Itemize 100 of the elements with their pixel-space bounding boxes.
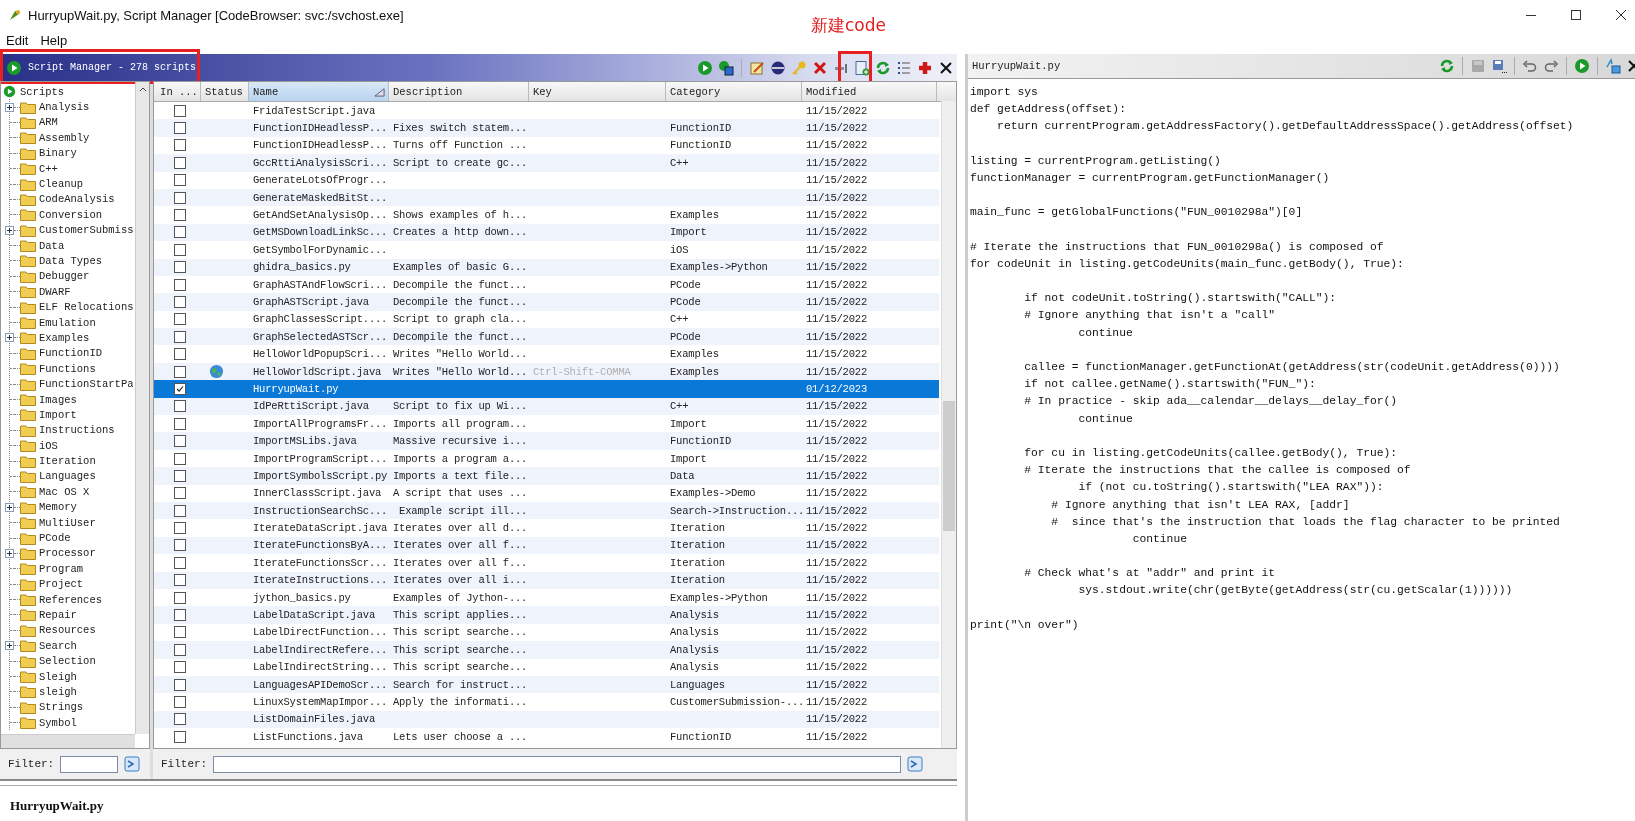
table-row[interactable]: ImportSymbolsScript.py Imports a text file... Data 11/15/2022 <box>154 467 939 485</box>
checkbox[interactable] <box>173 574 186 587</box>
tree-item[interactable]: Cleanup <box>39 178 84 191</box>
tree-item[interactable]: Conversion <box>39 208 102 221</box>
checkbox[interactable] <box>173 104 186 117</box>
table-row[interactable]: FunctionIDHeadlessP... Fixes switch statem... FunctionID 11/15/2022 <box>154 119 939 137</box>
tree-item[interactable]: Program <box>39 562 84 575</box>
tree-item[interactable]: Images <box>39 393 77 406</box>
tree-item[interactable]: Scripts <box>20 85 65 98</box>
checkbox[interactable] <box>173 417 186 430</box>
tree-item[interactable]: Sleigh <box>39 670 77 683</box>
filter-options-icon[interactable] <box>907 756 924 772</box>
checkbox[interactable] <box>173 313 186 326</box>
new-script-icon[interactable] <box>854 59 870 76</box>
checkbox[interactable] <box>173 278 186 291</box>
table-row[interactable]: LinuxSystemMapImpor... Apply the informati... CustomerSubmission-... 11/15/2022 <box>154 693 939 711</box>
tree-item[interactable]: Mac OS X <box>39 485 90 498</box>
tree-item[interactable]: Strings <box>39 701 84 714</box>
tree-item[interactable]: Iteration <box>39 455 96 468</box>
filter-field[interactable] <box>213 755 902 773</box>
tree-item[interactable]: Analysis <box>39 101 90 114</box>
checkbox[interactable] <box>173 382 186 395</box>
checkbox[interactable] <box>173 522 186 535</box>
tree-item[interactable]: MultiUser <box>39 516 96 529</box>
column-header[interactable]: Key <box>529 82 666 101</box>
arrow-grid-icon[interactable] <box>1605 58 1621 74</box>
expand-icon[interactable] <box>5 641 14 651</box>
menu-item[interactable]: Help <box>40 33 68 48</box>
table-row[interactable]: ListDomainFiles.java 11/15/2022 <box>154 710 939 729</box>
table-row[interactable]: ImportAllProgramsFr... Imports all program... Import 11/15/2022 <box>154 415 939 433</box>
tree-item[interactable]: Resources <box>39 624 96 637</box>
table-row[interactable]: GenerateLotsOfProgr... 11/15/2022 <box>154 171 939 189</box>
table-row[interactable]: GenerateMaskedBitSt... 11/15/2022 <box>154 188 939 207</box>
tree-item[interactable]: Data Types <box>39 255 102 267</box>
tree-item[interactable]: Languages <box>39 470 96 483</box>
table-row[interactable]: HurryupWait.py 01/12/2023 <box>154 380 939 398</box>
tree-item[interactable]: Processor <box>39 547 96 560</box>
tree-item[interactable]: FunctionID <box>39 347 102 360</box>
checkbox[interactable] <box>173 730 186 743</box>
tree-item[interactable]: Project <box>39 578 84 591</box>
tree-item[interactable]: Assembly <box>39 131 90 144</box>
column-header[interactable]: In ... <box>154 82 201 101</box>
checkbox[interactable] <box>173 243 186 256</box>
redo-icon[interactable] <box>1543 58 1559 74</box>
checkbox[interactable] <box>173 330 186 343</box>
run-again-icon[interactable] <box>718 59 734 76</box>
table-row[interactable]: jython_basics.py Examples of Jython-... Examples->Python 11/15/2022 <box>154 588 939 607</box>
tree-item[interactable]: Emulation <box>39 316 96 329</box>
checkbox[interactable] <box>173 487 186 500</box>
column-header[interactable]: Name <box>249 82 389 101</box>
table-row[interactable]: GraphClassesScript.... Script to graph cla... C++ 11/15/2022 <box>154 310 939 329</box>
run-icon[interactable] <box>697 59 713 76</box>
table-row[interactable]: ImportMSLibs.java Massive recursive i... FunctionID 11/15/2022 <box>154 432 939 450</box>
checkbox[interactable] <box>173 469 186 482</box>
tree-item[interactable]: Functions <box>39 362 96 375</box>
tree-item[interactable]: ARM <box>39 116 58 129</box>
checkbox[interactable] <box>173 296 186 308</box>
table-row[interactable]: GraphASTScript.java Decompile the funct... PCode 11/15/2022 <box>154 293 939 311</box>
refresh-icon[interactable] <box>875 59 891 76</box>
tree-item[interactable]: Binary <box>39 147 77 160</box>
tree-item[interactable]: Selection <box>39 655 96 668</box>
table-row[interactable]: IterateDataScript.java Iterates over all d... Iteration 11/15/2022 <box>154 519 939 537</box>
tree-item[interactable]: Search <box>39 639 77 652</box>
checkbox[interactable] <box>173 209 186 222</box>
expand-icon[interactable] <box>5 225 14 235</box>
table-row[interactable]: IterateFunctionsScr... Iterates over all f... Iteration 11/15/2022 <box>154 554 939 572</box>
table-row[interactable]: GetAndSetAnalysisOp... Shows examples of h... Examples 11/15/2022 <box>154 206 939 224</box>
checkbox[interactable] <box>173 556 186 569</box>
tree-item[interactable]: Examples <box>39 331 90 344</box>
delete-icon[interactable] <box>812 59 828 76</box>
close-icon[interactable] <box>938 59 954 76</box>
scroll-up-icon[interactable] <box>137 85 148 93</box>
checkbox[interactable] <box>173 678 186 691</box>
tree-item[interactable]: iOS <box>39 439 58 452</box>
tree-item[interactable]: sleigh <box>39 685 77 698</box>
checkbox[interactable] <box>173 713 186 726</box>
tree-item[interactable]: C++ <box>39 162 58 175</box>
checkbox[interactable] <box>173 661 186 674</box>
table-row[interactable]: IterateInstructions... Iterates over all i... Iteration 11/15/2022 <box>154 571 939 589</box>
column-header[interactable]: Description <box>389 82 529 101</box>
table-row[interactable]: FridaTestScript.java 11/15/2022 <box>154 102 939 120</box>
tree-item[interactable]: CodeAnalysis <box>39 193 115 206</box>
table-row[interactable]: LanguagesAPIDemoScr... Search for instruct... Languages 11/15/2022 <box>154 675 939 694</box>
checkbox[interactable] <box>173 191 186 204</box>
run-icon[interactable] <box>1574 58 1590 74</box>
table-row[interactable]: IterateFunctionsByA... Iterates over all f... Iteration 11/15/2022 <box>154 536 939 555</box>
table-row[interactable]: ImportProgramScript... Imports a program a... Import 11/15/2022 <box>154 449 939 468</box>
save-as-icon[interactable] <box>1491 58 1507 74</box>
checkbox[interactable] <box>173 365 186 378</box>
close-icon[interactable] <box>1615 9 1627 21</box>
tree-item[interactable]: Debugger <box>39 270 90 283</box>
checkbox[interactable] <box>173 504 186 517</box>
expand-icon[interactable] <box>5 333 14 343</box>
checkbox[interactable] <box>173 452 186 465</box>
list-icon[interactable] <box>896 59 912 76</box>
checkbox[interactable] <box>173 643 186 656</box>
table-row[interactable]: HelloWorldScript.java Writes "Hello World... Ctrl-Shift-COMMA Examples 11/15/2022 <box>154 362 939 381</box>
menu-item[interactable]: Edit <box>6 33 29 48</box>
table-row[interactable]: LabelIndirectString... This script searche... Analysis 11/15/2022 <box>154 658 939 676</box>
checkbox[interactable] <box>173 435 186 448</box>
